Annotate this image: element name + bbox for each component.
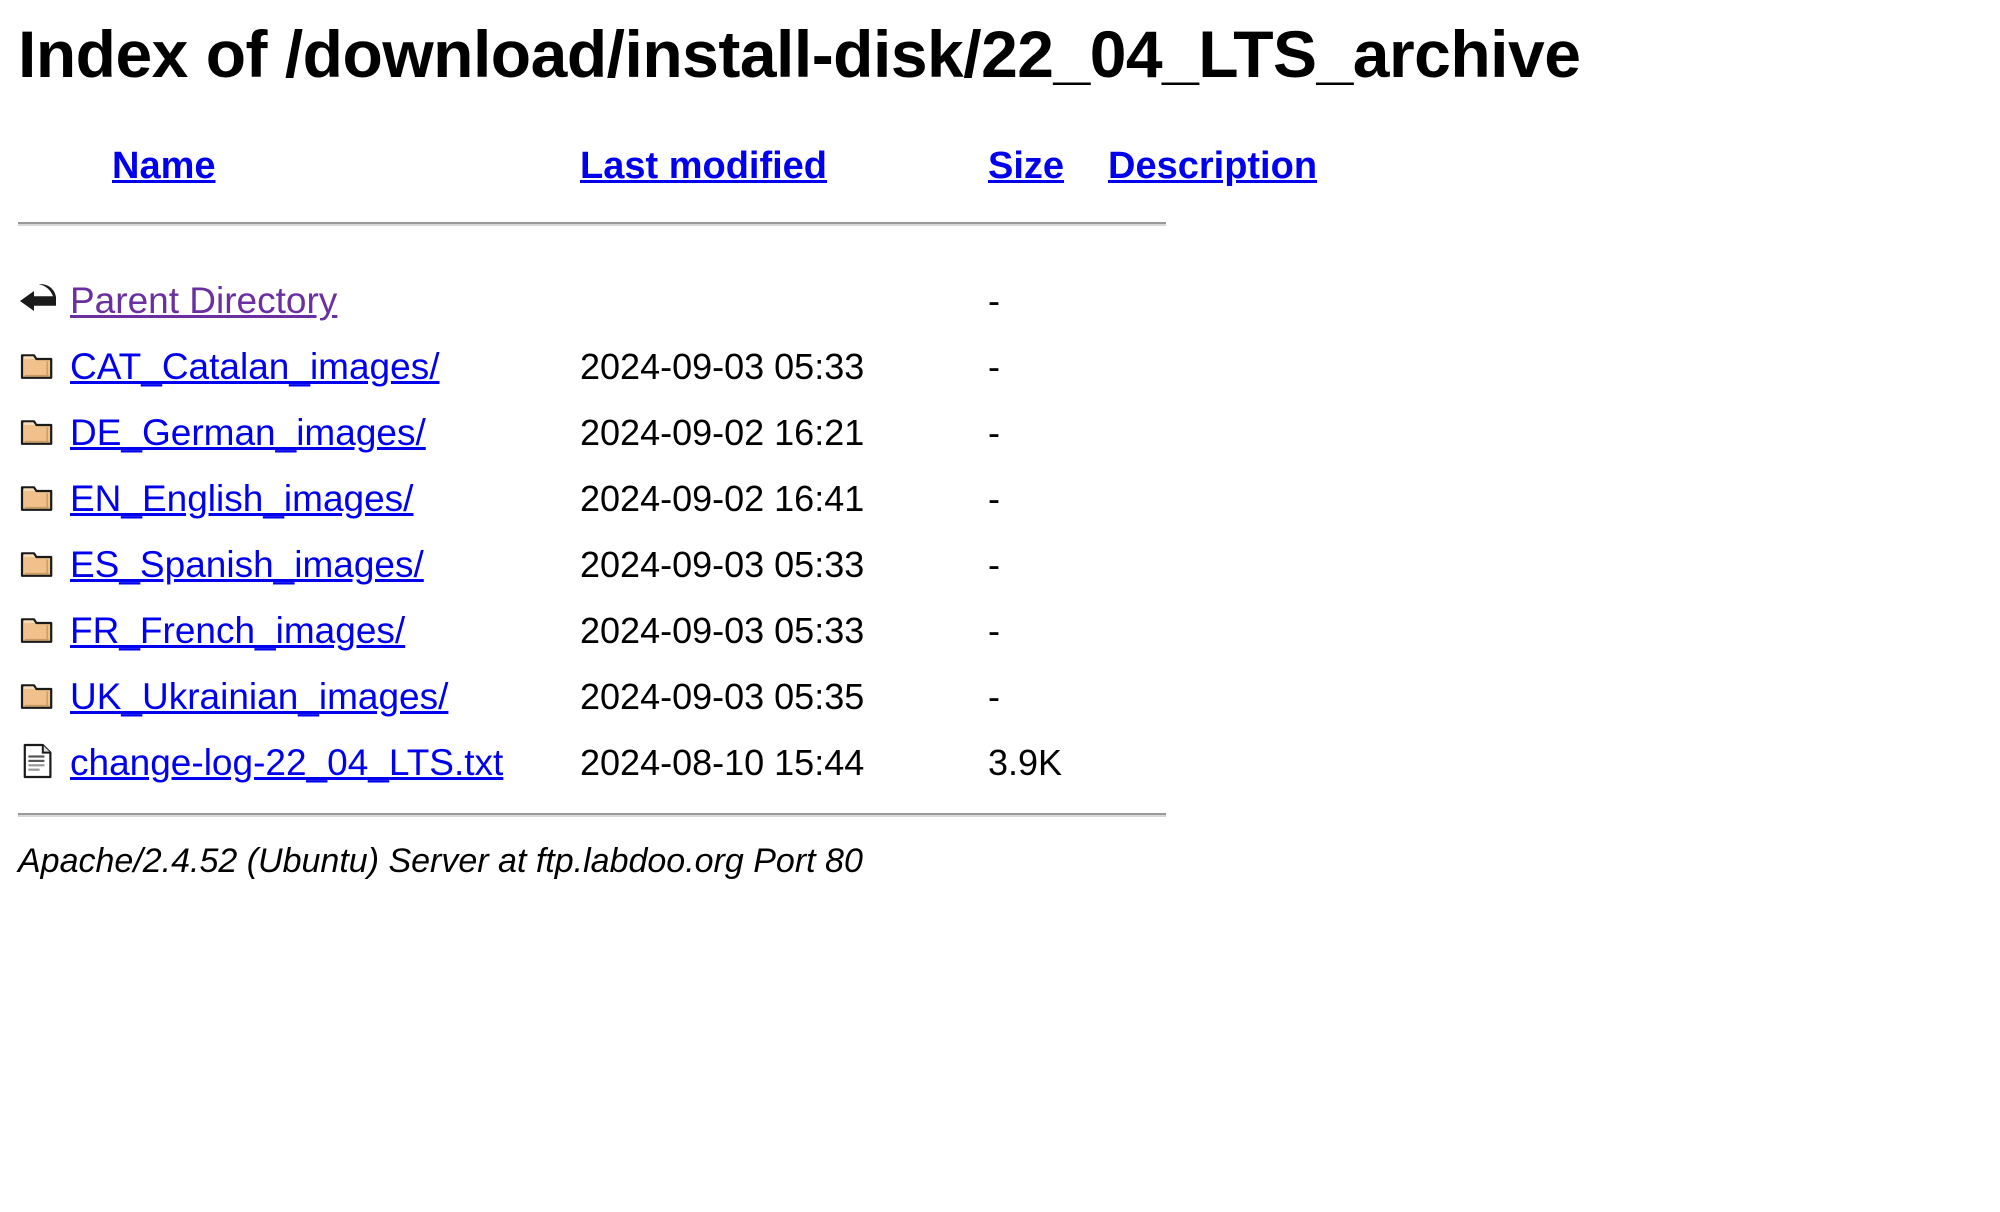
row-name-cell: FR_French_images/ [70, 598, 570, 664]
row-size: - [988, 411, 1000, 453]
directory-listing-table: Name Last modified Size Description Pare… [0, 134, 1328, 824]
row-size: - [988, 345, 1000, 387]
footer-rule-row [0, 796, 1328, 824]
header-description: Description [1108, 134, 1328, 210]
row-description [1108, 532, 1328, 598]
row-last-modified: 2024-09-02 16:41 [580, 477, 865, 519]
row-name-cell: ES_Spanish_images/ [70, 532, 570, 598]
text-file-icon [18, 741, 58, 785]
header-spacer-row [0, 238, 1328, 268]
folder-icon [18, 411, 58, 455]
row-name-cell: EN_English_images/ [70, 466, 570, 532]
table-row: EN_English_images/2024-09-02 16:41 - [0, 466, 1328, 532]
row-last-modified: 2024-09-02 16:21 [580, 411, 865, 453]
entry-link[interactable]: UK_Ukrainian_images/ [70, 676, 448, 717]
row-last-modified: 2024-09-03 05:33 [580, 609, 865, 651]
entry-link[interactable]: EN_English_images/ [70, 478, 413, 519]
header-name: Name [70, 134, 570, 210]
row-icon-cell [0, 598, 70, 664]
row-size: - [988, 543, 1000, 585]
row-icon-cell [0, 532, 70, 598]
entry-link[interactable]: DE_German_images/ [70, 412, 426, 453]
row-icon-cell [0, 334, 70, 400]
folder-icon [18, 543, 58, 587]
row-name-cell: CAT_Catalan_images/ [70, 334, 570, 400]
directory-index-page: Index of /download/install-disk/22_04_LT… [0, 0, 2000, 1212]
row-description [1108, 334, 1328, 400]
directory-listing-body: Parent Directory - CAT_Catalan_images/2024… [0, 268, 1328, 796]
table-row: Parent Directory - [0, 268, 1328, 334]
page-title: Index of /download/install-disk/22_04_LT… [18, 17, 1581, 91]
header-size: Size [970, 134, 1108, 210]
horizontal-rule-top [18, 221, 1166, 226]
folder-icon [18, 477, 58, 521]
sort-by-size-link[interactable]: Size [988, 145, 1064, 187]
header-icon-spacer [0, 134, 70, 210]
entry-link[interactable]: CAT_Catalan_images/ [70, 346, 440, 387]
row-description [1108, 664, 1328, 730]
row-last-modified [570, 268, 970, 334]
row-last-modified: 2024-09-03 05:33 [580, 543, 865, 585]
row-size: - [988, 477, 1000, 519]
row-name-cell: DE_German_images/ [70, 400, 570, 466]
back-icon [18, 279, 58, 323]
spacer-cell [0, 238, 1328, 268]
folder-icon [18, 609, 58, 653]
table-header-row: Name Last modified Size Description [0, 134, 1328, 210]
header-rule-row [0, 210, 1328, 238]
table-row: DE_German_images/2024-09-02 16:21 - [0, 400, 1328, 466]
row-size: - [988, 279, 1000, 321]
row-icon-cell [0, 400, 70, 466]
entry-link[interactable]: FR_French_images/ [70, 610, 405, 651]
sort-by-description-link[interactable]: Description [1108, 145, 1317, 187]
folder-icon [18, 345, 58, 389]
row-size: 3.9K [988, 741, 1063, 783]
row-icon-cell [0, 664, 70, 730]
entry-link[interactable]: change-log-22_04_LTS.txt [70, 742, 503, 783]
row-name-cell: UK_Ukrainian_images/ [70, 664, 570, 730]
row-name-cell: change-log-22_04_LTS.txt [70, 730, 570, 796]
row-last-modified: 2024-09-03 05:35 [580, 675, 865, 717]
row-last-modified: 2024-08-10 15:44 [580, 741, 865, 783]
row-name-cell: Parent Directory [70, 268, 570, 334]
sort-by-name-link[interactable]: Name [70, 145, 216, 187]
entry-link[interactable]: ES_Spanish_images/ [70, 544, 424, 585]
table-row: UK_Ukrainian_images/2024-09-03 05:35 - [0, 664, 1328, 730]
row-description [1108, 268, 1328, 334]
row-icon-cell [0, 730, 70, 796]
header-last-modified: Last modified [570, 134, 970, 210]
row-description [1108, 598, 1328, 664]
horizontal-rule-bottom [18, 812, 1166, 817]
table-row: FR_French_images/2024-09-03 05:33 - [0, 598, 1328, 664]
row-icon-cell [0, 466, 70, 532]
entry-link[interactable]: Parent Directory [70, 280, 337, 321]
row-last-modified: 2024-09-03 05:33 [580, 345, 865, 387]
folder-icon [18, 675, 58, 719]
table-row: CAT_Catalan_images/2024-09-03 05:33 - [0, 334, 1328, 400]
sort-by-date-link[interactable]: Last modified [580, 145, 827, 187]
row-size: - [988, 609, 1000, 651]
row-icon-cell [0, 268, 70, 334]
row-description [1108, 730, 1328, 796]
header-separator [0, 210, 1328, 238]
server-signature: Apache/2.4.52 (Ubuntu) Server at ftp.lab… [18, 841, 863, 880]
footer-separator [0, 796, 1328, 824]
table-row: ES_Spanish_images/2024-09-03 05:33 - [0, 532, 1328, 598]
row-description [1108, 466, 1328, 532]
row-size: - [988, 675, 1000, 717]
table-row: change-log-22_04_LTS.txt 2024-08-10 15:44… [0, 730, 1328, 796]
row-description [1108, 400, 1328, 466]
